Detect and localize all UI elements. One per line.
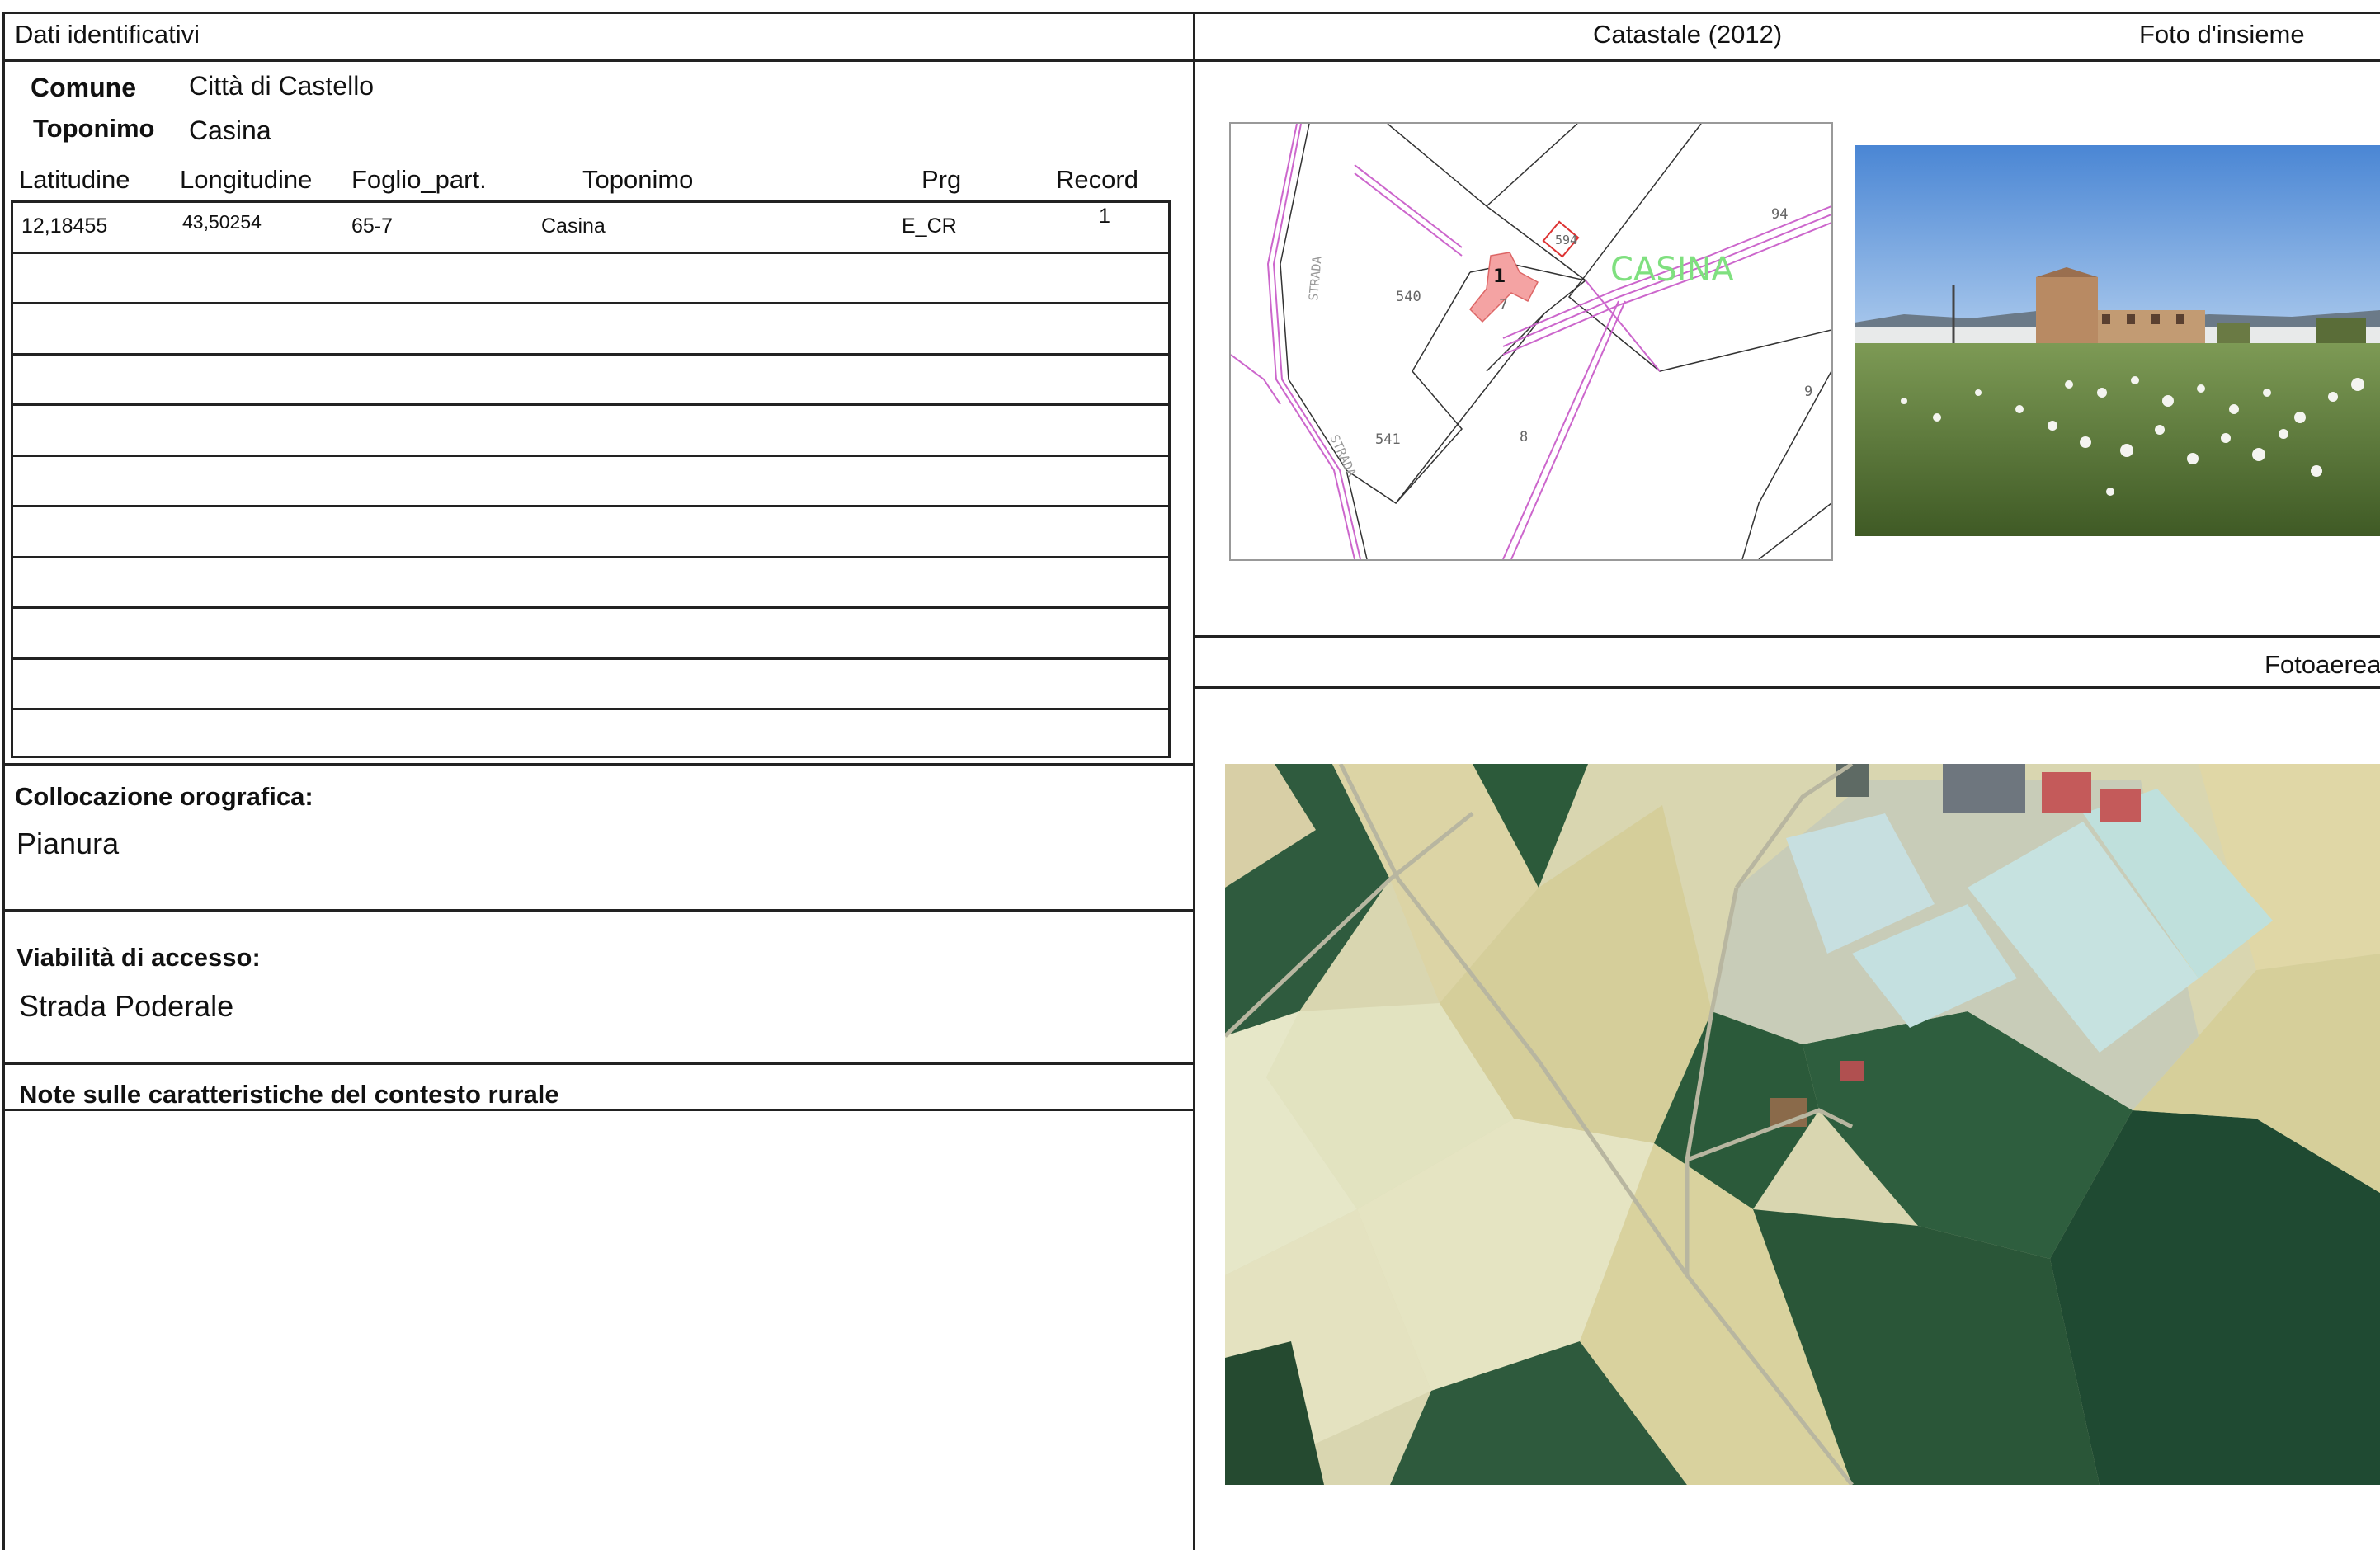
divider-viabilita [2, 909, 1195, 912]
cell-foglio: 65-7 [351, 214, 394, 238]
table-row [13, 356, 1168, 406]
cell-toponimo: Casina [541, 214, 606, 238]
divider-fotoaerea-bottom [1195, 686, 2380, 689]
left-border [2, 12, 5, 1550]
table-row: 12,18455 43,50254 65-7 Casina E_CR 1 [13, 203, 1168, 254]
table-row [13, 609, 1168, 660]
toponimo-label: Toponimo [33, 114, 155, 143]
table-row [13, 254, 1168, 304]
divider-note-top [2, 1062, 1195, 1065]
map-parcel-1: 1 [1493, 266, 1506, 287]
fotoaerea-title: Fotoaerea [2265, 650, 2380, 679]
overview-photo-drawing [1855, 145, 2380, 536]
catastale-title: Catastale (2012) [1593, 20, 1783, 49]
col-header-record: Record [1056, 165, 1138, 194]
top-border [2, 12, 2380, 14]
divider-note-bottom [2, 1109, 1195, 1111]
col-header-foglio: Foglio_part. [351, 165, 487, 194]
table-row [13, 710, 1168, 756]
map-parcel-8: 8 [1520, 429, 1528, 445]
col-header-prg: Prg [921, 165, 962, 194]
divider-fotoaerea-top [1195, 635, 2380, 638]
col-header-toponimo: Toponimo [582, 165, 694, 194]
divider-orografica [2, 763, 1195, 766]
map-parcel-9: 9 [1804, 384, 1812, 400]
col-header-longitudine: Longitudine [180, 165, 313, 194]
table-row [13, 660, 1168, 710]
aerial-photo [1225, 764, 2380, 1485]
center-divider [1193, 12, 1195, 1550]
table-row [13, 507, 1168, 558]
aerial-photo-drawing [1225, 764, 2380, 1485]
viabilita-value: Strada Poderale [19, 989, 234, 1023]
cell-record: 1 [1099, 205, 1110, 228]
table-row [13, 406, 1168, 457]
cadastral-map-drawing: 7 1 CASINA 540 541 594 94 9 8 STRADA STR… [1231, 124, 1831, 559]
viabilita-label: Viabilità di accesso: [16, 943, 261, 972]
orografica-value: Pianura [16, 827, 120, 860]
map-parcel-540: 540 [1396, 289, 1421, 305]
foto-insieme-title: Foto d'insieme [2139, 20, 2305, 49]
header-divider [2, 59, 2380, 62]
map-parcel-7: 7 [1499, 296, 1508, 313]
map-label-strada-2: STRADA [1327, 432, 1359, 479]
cell-longitudine: 43,50254 [182, 211, 262, 233]
section-title-dati: Dati identificativi [15, 20, 200, 49]
note-label: Note sulle caratteristiche del contesto … [19, 1080, 559, 1109]
map-label-strada-1: STRADA [1306, 256, 1325, 302]
comune-value: Città di Castello [189, 71, 375, 101]
map-parcel-94: 94 [1771, 206, 1788, 223]
cell-latitudine: 12,18455 [21, 214, 108, 238]
table-row [13, 304, 1168, 356]
overview-photo [1855, 145, 2380, 536]
comune-label: Comune [31, 73, 136, 102]
orografica-label: Collocazione orografica: [15, 782, 313, 811]
cell-prg: E_CR [902, 214, 957, 238]
table-row [13, 558, 1168, 609]
table-row [13, 457, 1168, 507]
map-parcel-594: 594 [1555, 233, 1577, 247]
map-label-casina: CASINA [1610, 251, 1734, 289]
col-header-latitudine: Latitudine [19, 165, 130, 194]
toponimo-value: Casina [189, 115, 271, 145]
map-parcel-541: 541 [1375, 431, 1401, 448]
cadastral-map: 7 1 CASINA 540 541 594 94 9 8 STRADA STR… [1229, 122, 1833, 561]
data-table: 12,18455 43,50254 65-7 Casina E_CR 1 [11, 200, 1171, 758]
